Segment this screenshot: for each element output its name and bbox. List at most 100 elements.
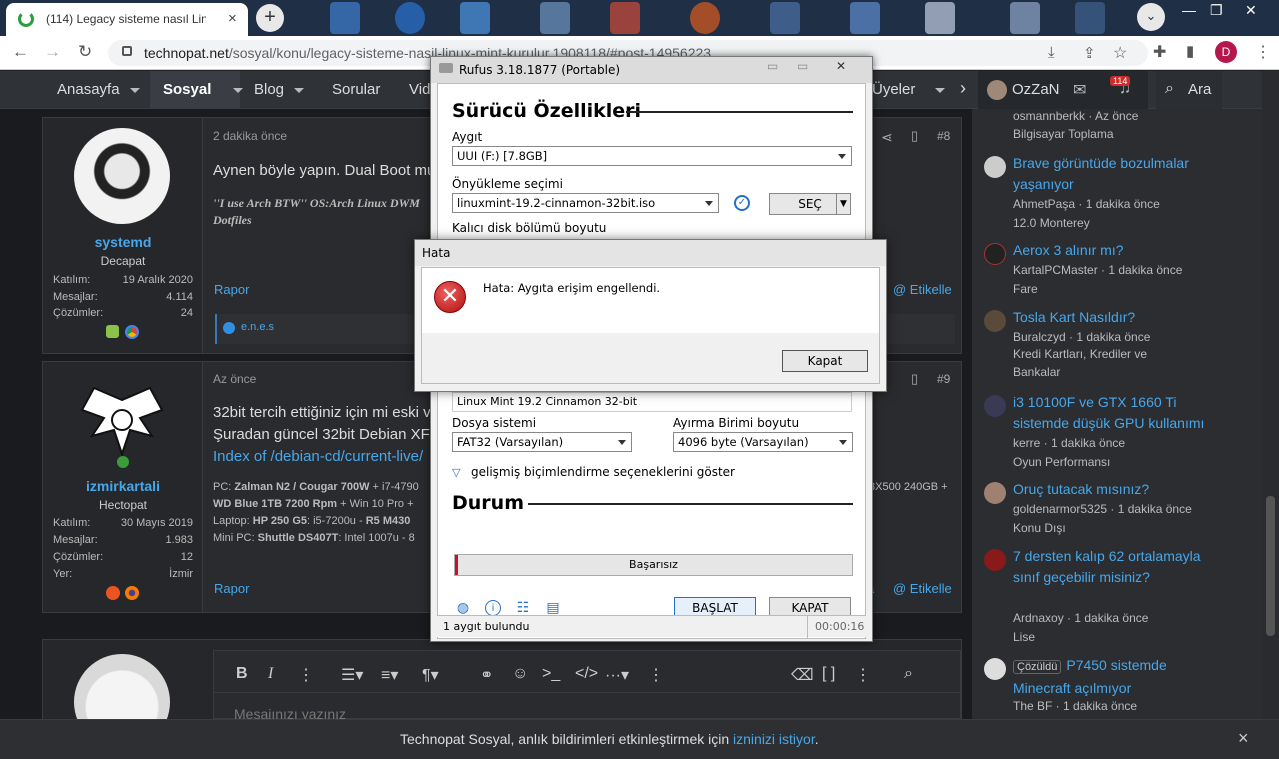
download-icon[interactable]: ⤓ — [1048, 44, 1055, 61]
sidepanel-icon[interactable]: ▮ — [1186, 42, 1194, 60]
device-select[interactable]: UUI (F:) [7.8GB] — [452, 146, 852, 166]
post-user-panel: systemd Decapat Katılım: 19 Aralık 2020 M… — [43, 118, 203, 353]
post-number[interactable]: #9 — [937, 372, 950, 386]
report-link[interactable]: Rapor — [214, 282, 249, 297]
alerts-badge: 114 — [1110, 76, 1131, 86]
info-icon[interactable]: i — [485, 600, 501, 616]
nav-blog[interactable]: Blog — [254, 81, 305, 98]
desktop-icon — [770, 2, 800, 34]
cluster-select[interactable]: 4096 byte (Varsayılan) — [673, 432, 853, 452]
chevron-down-icon[interactable]: ▽ — [452, 466, 466, 480]
close-icon[interactable]: ✕ — [836, 59, 846, 73]
select-button[interactable]: SEÇ ▼ — [769, 193, 851, 215]
nav-video[interactable]: Vid — [409, 81, 430, 98]
fs-select[interactable]: FAT32 (Varsayılan) — [452, 432, 632, 452]
share-icon[interactable]: ⇪ — [1083, 44, 1096, 62]
post-time[interactable]: Az önce — [213, 372, 256, 386]
code-icon[interactable]: </> — [575, 665, 598, 683]
link-icon[interactable]: ⚭ — [480, 665, 493, 685]
extensions-icon[interactable]: ✚ — [1153, 42, 1166, 62]
settings-icon[interactable]: ☷ — [515, 600, 531, 616]
reaction-user[interactable]: e.n.e.s — [241, 321, 274, 333]
minimize-icon[interactable]: ▭ — [767, 59, 778, 73]
desktop-icon — [850, 2, 880, 34]
sidebar-thread-title[interactable]: Aerox 3 alınır mı? — [1013, 240, 1213, 261]
boot-select[interactable]: linuxmint-19.2-cinnamon-32bit.iso — [452, 193, 719, 213]
new-tab-button[interactable]: + — [256, 4, 284, 32]
dialog-titlebar[interactable]: Hata — [415, 240, 886, 266]
report-link[interactable]: Rapor — [214, 581, 249, 596]
avatar[interactable] — [74, 380, 170, 476]
globe-icon[interactable]: ◍ — [455, 600, 471, 616]
emoji-icon[interactable]: ☺ — [512, 665, 528, 683]
tab-search-icon[interactable]: ⌄ — [1137, 3, 1165, 31]
tag-link[interactable]: @ Etikelle — [893, 581, 952, 596]
volume-label-input[interactable]: Linux Mint 19.2 Cinnamon 32-bit — [452, 392, 852, 412]
nav-sosyal[interactable]: Sosyal — [163, 81, 244, 98]
bookmark-star-icon[interactable]: ☆ — [1113, 43, 1127, 63]
user-menu[interactable]: OzZaN ✉ ♫ 114 — [978, 71, 1148, 109]
firefox-icon — [125, 586, 139, 600]
paragraph-icon[interactable]: ¶▾ — [422, 665, 439, 685]
close-icon[interactable]: × — [1238, 728, 1249, 749]
bold-icon[interactable]: B — [236, 665, 248, 683]
more-text-icon[interactable]: ⋮ — [298, 665, 314, 685]
share-icon[interactable]: ⋖ — [881, 129, 893, 146]
preview-icon[interactable]: ⌕ — [904, 665, 913, 683]
post-username[interactable]: systemd — [43, 234, 203, 250]
menu-icon[interactable]: ⋮ — [1255, 42, 1271, 62]
sidebar-thread-title[interactable]: 7 dersten kalıp 62 ortalamayla sınıf geç… — [1013, 546, 1213, 588]
page-scrollbar[interactable] — [1262, 71, 1279, 719]
check-icon[interactable]: ✓ — [734, 195, 750, 211]
minimize-icon[interactable]: — — [1182, 2, 1196, 18]
rufus-titlebar[interactable]: Rufus 3.18.1877 (Portable) ▭ ▭ ✕ — [431, 57, 872, 83]
tag-link[interactable]: @ Etikelle — [893, 282, 952, 297]
reply-editor[interactable]: B I ⋮ ☰▾ ≡▾ ¶▾ ⚭ ☺ >_ </> ···▾ ⋮ ⌫ [ ] ⋮… — [213, 650, 961, 722]
sidebar-thread-title[interactable]: Çözüldü P7450 sistemde Minecraft açılmıyo… — [1013, 655, 1213, 699]
search-button[interactable]: ⌕ Ara — [1156, 71, 1222, 109]
post-number[interactable]: #8 — [937, 129, 950, 143]
inbox-icon[interactable]: ✉ — [1073, 80, 1086, 100]
sidebar-latest: osmannberkk · Az önce Bilgisayar Toplama… — [972, 109, 1262, 719]
sidebar-thread-title[interactable]: Oruç tutacak mısınız? — [1013, 479, 1213, 500]
scrollbar-thumb[interactable] — [1266, 496, 1275, 636]
more-options-icon[interactable]: ⋮ — [855, 665, 871, 685]
nav-uyeler[interactable]: Üyeler — [872, 81, 946, 98]
avatar[interactable] — [74, 128, 170, 224]
italic-icon[interactable]: I — [268, 665, 273, 683]
bbcode-icon[interactable]: [ ] — [822, 665, 835, 683]
signature-link[interactable]: Dotfiles — [213, 213, 252, 228]
sidebar-thread-title[interactable]: i3 10100F ve GTX 1660 Ti sistemde düşük … — [1013, 392, 1213, 434]
sidebar-thread-title[interactable]: Brave görüntüde bozulmalar yaşanıyor — [1013, 153, 1213, 195]
nav-sorular[interactable]: Sorular — [332, 81, 380, 98]
post-time[interactable]: 2 dakika önce — [213, 129, 287, 143]
browser-tab[interactable]: (114) Legacy sisteme nasıl Linux M × — [6, 3, 248, 36]
dialog-close-button[interactable]: Kapat — [782, 350, 868, 372]
signature-line: WD Blue 1TB 7200 Rpm + Win 10 Pro + — [213, 498, 414, 510]
back-icon[interactable]: ← — [12, 42, 29, 62]
tab-close-icon[interactable]: × — [228, 10, 237, 27]
window-close-icon[interactable]: ✕ — [1245, 2, 1257, 19]
log-icon[interactable]: ▤ — [545, 600, 561, 616]
post-link[interactable]: Index of /debian-cd/current-live/ — [213, 448, 423, 465]
bookmark-icon[interactable]: ▯ — [911, 371, 918, 387]
eraser-icon[interactable]: ⌫ — [791, 665, 814, 685]
profile-avatar[interactable]: D — [1215, 41, 1237, 63]
advanced-toggle[interactable]: gelişmiş biçimlendirme seçeneklerini gös… — [471, 465, 735, 479]
reload-icon[interactable]: ↻ — [78, 42, 92, 62]
post-username[interactable]: izmirkartali — [43, 478, 203, 494]
maximize-icon[interactable]: ▭ — [797, 59, 808, 73]
forward-icon[interactable]: → — [44, 42, 61, 62]
code-inline-icon[interactable]: >_ — [542, 665, 560, 683]
align-icon[interactable]: ≡▾ — [381, 665, 398, 685]
more-icon[interactable]: ···▾ — [605, 665, 629, 685]
sidebar-thread-title[interactable]: Tosla Kart Nasıldır? — [1013, 307, 1213, 328]
desktop-icon — [690, 2, 720, 34]
list-icon[interactable]: ☰▾ — [341, 665, 363, 685]
permission-link[interactable]: izninizi istiyor — [733, 731, 815, 747]
nav-scroll-right-icon[interactable]: › — [960, 78, 966, 99]
more-options-icon[interactable]: ⋮ — [648, 665, 664, 685]
nav-anasayfa[interactable]: Anasayfa — [57, 81, 140, 98]
restore-icon[interactable]: ❐ — [1210, 2, 1223, 19]
bookmark-icon[interactable]: ▯ — [911, 128, 918, 144]
